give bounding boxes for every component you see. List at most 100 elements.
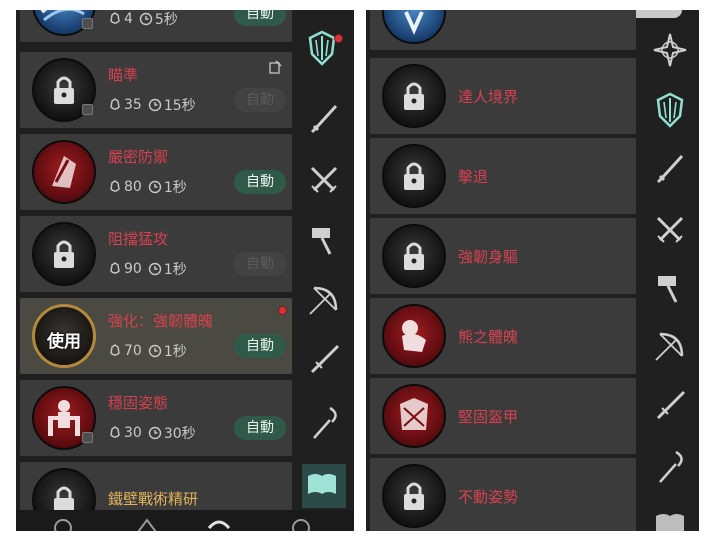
skill-cooldown: 1秒 — [163, 262, 187, 278]
staff-icon[interactable] — [304, 402, 344, 442]
use-label: 使用 — [47, 332, 81, 352]
notification-dot — [278, 306, 287, 315]
skill-stats: 35 15秒 — [108, 95, 196, 115]
lock-icon — [382, 64, 446, 128]
skill-stats: 90 1秒 — [108, 259, 187, 279]
dagger-icon[interactable] — [304, 340, 344, 380]
skill-cooldown: 1秒 — [163, 180, 187, 196]
sub-badge-icon — [82, 432, 93, 443]
auto-toggle-button[interactable]: 自動 — [234, 416, 286, 440]
mana-icon — [110, 262, 120, 274]
blue-emblem-icon — [382, 10, 446, 44]
lock-icon — [382, 464, 446, 528]
skill-cooldown: 30秒 — [163, 426, 196, 442]
skill-name: 瞄準 — [108, 66, 139, 84]
bow-icon[interactable] — [304, 280, 344, 320]
right-skill-panel: 達人境界 擊退 強韌身驅 熊之體魄 堅固盔甲 不動姿勢 — [366, 10, 699, 531]
skill-card[interactable]: 強韌身驅 — [370, 218, 636, 294]
skill-cost: 90 — [124, 261, 142, 277]
sword-icon[interactable] — [304, 100, 344, 140]
auto-toggle-button[interactable]: 自動 — [234, 10, 286, 26]
skill-card[interactable] — [370, 10, 636, 50]
skill-cost: 80 — [124, 179, 142, 195]
clock-icon — [148, 344, 162, 358]
skill-cost: 30 — [124, 425, 142, 441]
auto-toggle-button[interactable]: 自動 — [234, 170, 286, 194]
skill-card[interactable]: 擊退 — [370, 138, 636, 214]
skill-name: 強韌身驅 — [458, 248, 519, 266]
bottom-nav-icon[interactable] — [50, 514, 76, 531]
bottom-nav-icon[interactable] — [288, 514, 314, 531]
use-skill-icon[interactable]: 使用 — [32, 304, 96, 368]
skill-card[interactable]: 嚴密防禦 80 1秒 自動 — [20, 134, 292, 210]
mana-icon — [110, 98, 120, 110]
hammer-icon[interactable] — [650, 268, 690, 308]
mana-icon — [110, 344, 120, 356]
crossed-swords-icon[interactable] — [304, 160, 344, 200]
dagger-icon[interactable] — [650, 386, 690, 426]
lock-icon — [382, 144, 446, 208]
clock-icon — [148, 426, 162, 440]
bottom-nav-bar — [16, 510, 354, 531]
notification-dot — [334, 34, 343, 43]
edit-note-icon[interactable] — [268, 60, 282, 74]
skill-name: 阻擋猛攻 — [108, 230, 169, 248]
skill-stats: 30 30秒 — [108, 423, 196, 443]
mana-icon — [110, 12, 120, 24]
skill-cost: 35 — [124, 97, 142, 113]
book-icon[interactable] — [650, 504, 690, 531]
book-icon[interactable] — [302, 464, 346, 508]
skill-card[interactable]: 瞄準 35 15秒 自動 — [20, 52, 292, 128]
staff-icon[interactable] — [650, 446, 690, 486]
clock-icon — [148, 262, 162, 276]
skill-card-selected[interactable]: 使用 強化：強韌體魄 70 1秒 自動 — [20, 298, 292, 374]
bear-icon — [382, 304, 446, 368]
skill-name: 強化：強韌體魄 — [108, 312, 214, 330]
skill-stats: 80 1秒 — [108, 177, 187, 197]
hammer-icon[interactable] — [304, 220, 344, 260]
bottom-nav-icon[interactable] — [134, 514, 160, 531]
skill-card[interactable]: 阻擋猛攻 90 1秒 自動 — [20, 216, 292, 292]
clock-icon — [148, 180, 162, 194]
skill-cost: 4 — [124, 11, 133, 27]
skill-cost: 70 — [124, 343, 142, 359]
lock-icon — [32, 222, 96, 286]
skill-card[interactable]: 熊之體魄 — [370, 298, 636, 374]
skill-name: 擊退 — [458, 168, 489, 186]
compass-icon[interactable] — [650, 30, 690, 70]
skill-name: 嚴密防禦 — [108, 148, 169, 166]
armor-icon — [382, 384, 446, 448]
skill-cooldown: 15秒 — [163, 98, 196, 114]
skill-name: 達人境界 — [458, 88, 519, 106]
skill-cooldown: 5秒 — [154, 12, 178, 28]
skill-card[interactable]: 穩固姿態 30 30秒 自動 — [20, 380, 292, 456]
shield-bash-icon — [32, 140, 96, 204]
sword-icon[interactable] — [650, 150, 690, 190]
skill-card[interactable]: 不動姿勢 — [370, 458, 636, 531]
mana-icon — [110, 426, 120, 438]
bottom-nav-icon[interactable] — [206, 514, 232, 531]
lock-icon — [382, 224, 446, 288]
skill-stats: 4 5秒 — [108, 10, 178, 29]
skill-name: 熊之體魄 — [458, 328, 519, 346]
sub-badge-icon — [82, 18, 93, 29]
mana-icon — [110, 180, 120, 192]
skill-name: 堅固盔甲 — [458, 408, 519, 426]
shield-icon[interactable] — [650, 90, 690, 130]
bow-icon[interactable] — [650, 326, 690, 366]
skill-name: 鐵壁戰術精研 — [108, 490, 199, 508]
crossed-swords-icon[interactable] — [650, 210, 690, 250]
auto-toggle-button[interactable]: 自動 — [234, 252, 286, 276]
auto-toggle-button[interactable]: 自動 — [234, 88, 286, 112]
clock-icon — [148, 98, 162, 112]
skill-card[interactable]: 堅固盔甲 — [370, 378, 636, 454]
skill-card[interactable]: 4 5秒 自動 — [20, 10, 292, 42]
skill-stats: 70 1秒 — [108, 341, 187, 361]
sub-badge-icon — [82, 104, 93, 115]
clock-icon — [139, 12, 153, 26]
skill-name: 不動姿勢 — [458, 488, 519, 506]
left-skill-panel: 4 5秒 自動 瞄準 35 15秒 自動 嚴密防禦 80 1秒 自動 阻擋猛攻 … — [16, 10, 354, 531]
skill-cooldown: 1秒 — [163, 344, 187, 360]
skill-card[interactable]: 達人境界 — [370, 58, 636, 134]
auto-toggle-button[interactable]: 自動 — [234, 334, 286, 358]
